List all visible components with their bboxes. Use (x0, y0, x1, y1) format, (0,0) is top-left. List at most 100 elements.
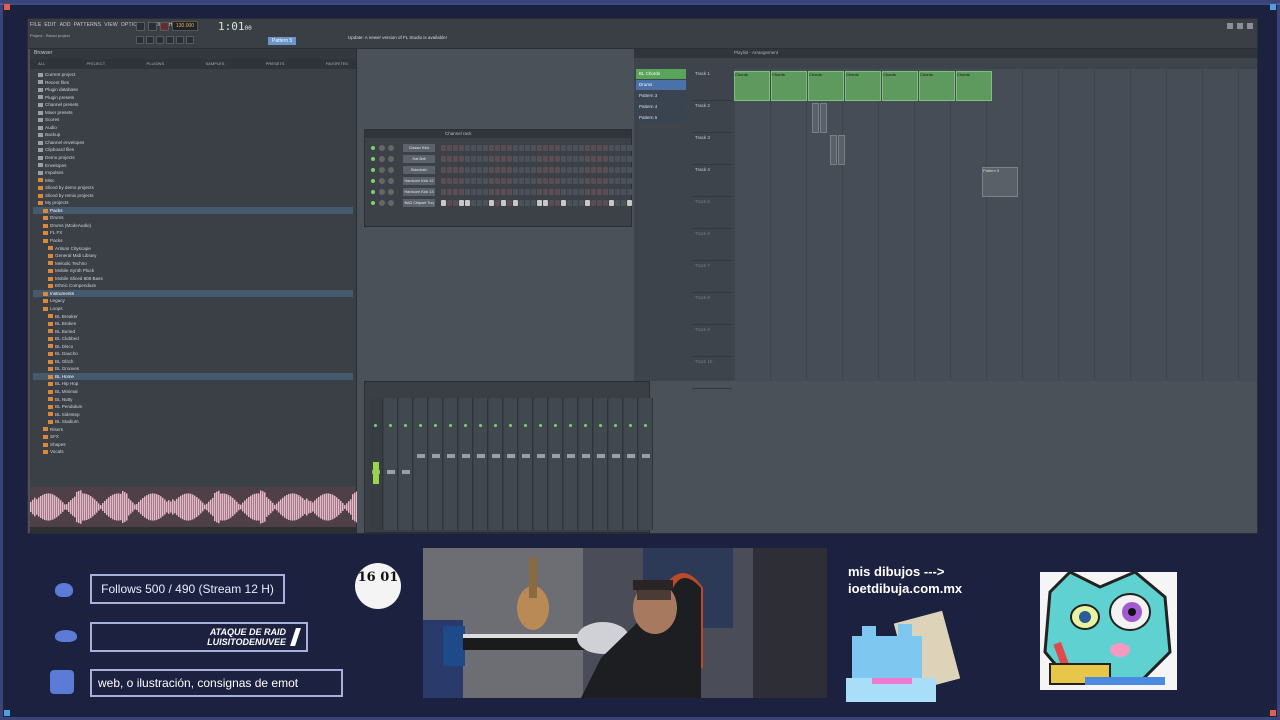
mixer-insert[interactable] (414, 398, 428, 530)
step-button[interactable] (585, 189, 590, 195)
mixer-insert[interactable] (624, 398, 638, 530)
step-button[interactable] (543, 167, 548, 173)
step-button[interactable] (459, 189, 464, 195)
step-button[interactable] (471, 178, 476, 184)
insert-led-icon[interactable] (494, 424, 497, 427)
channel-name-button[interactable]: Hardcore Kick 13 (403, 188, 435, 196)
track-header[interactable]: Track 10 (692, 357, 732, 389)
browser-tab-all[interactable]: ALL (38, 61, 45, 67)
step-button[interactable] (525, 178, 530, 184)
channel-rack-icon[interactable] (166, 36, 174, 44)
mixer-insert[interactable] (459, 398, 473, 530)
step-button[interactable] (453, 178, 458, 184)
browser-tree-item[interactable]: Legacy (33, 297, 353, 305)
step-button[interactable] (477, 145, 482, 151)
playlist-clip[interactable]: Chords (808, 71, 844, 101)
step-button[interactable] (627, 145, 632, 151)
step-button[interactable] (591, 200, 596, 206)
tempo-display[interactable]: 130.000 (172, 21, 199, 31)
insert-fader[interactable] (627, 454, 635, 458)
browser-tree-item[interactable]: My projects (33, 199, 353, 207)
playlist-icon[interactable] (146, 36, 154, 44)
pan-knob-icon[interactable] (379, 156, 385, 162)
pan-knob-icon[interactable] (379, 145, 385, 151)
step-button[interactable] (537, 189, 542, 195)
insert-fader[interactable] (612, 454, 620, 458)
step-button[interactable] (453, 189, 458, 195)
step-button[interactable] (603, 189, 608, 195)
step-button[interactable] (507, 156, 512, 162)
step-button[interactable] (501, 145, 506, 151)
playlist-clip[interactable]: Chords (919, 71, 955, 101)
playlist-clip-pattern5[interactable]: Pattern 5 (982, 167, 1018, 197)
mute-led-icon[interactable] (371, 190, 375, 194)
track-header[interactable]: Track 2 (692, 101, 732, 133)
step-button[interactable] (609, 178, 614, 184)
channel-name-button[interactable]: BAD Chipset Tuq (403, 199, 435, 207)
insert-fader[interactable] (432, 454, 440, 458)
pattern-item[interactable]: Drums (636, 80, 686, 90)
insert-led-icon[interactable] (479, 424, 482, 427)
browser-tree-item[interactable]: Sliced by remix projects (33, 192, 353, 200)
step-button[interactable] (459, 200, 464, 206)
volume-knob-icon[interactable] (388, 178, 394, 184)
step-button[interactable] (561, 156, 566, 162)
step-button[interactable] (441, 156, 446, 162)
step-button[interactable] (495, 189, 500, 195)
insert-fader[interactable] (597, 454, 605, 458)
browser-tree-item[interactable]: Scores (33, 116, 353, 124)
step-button[interactable] (519, 178, 524, 184)
mute-led-icon[interactable] (371, 157, 375, 161)
browser-tree-item[interactable]: Ethnic Compendium (33, 282, 353, 290)
step-button[interactable] (549, 145, 554, 151)
step-button[interactable] (477, 178, 482, 184)
insert-led-icon[interactable] (584, 424, 587, 427)
step-button[interactable] (585, 200, 590, 206)
mixer-insert[interactable] (609, 398, 623, 530)
insert-led-icon[interactable] (599, 424, 602, 427)
browser-tree-item[interactable]: BL Grooves (33, 365, 353, 373)
step-button[interactable] (501, 156, 506, 162)
step-button[interactable] (531, 156, 536, 162)
step-button[interactable] (573, 145, 578, 151)
browser-tree-item[interactable]: General Midi Library (33, 252, 353, 260)
insert-fader[interactable] (477, 454, 485, 458)
step-button[interactable] (441, 178, 446, 184)
step-button[interactable] (531, 145, 536, 151)
step-button[interactable] (507, 189, 512, 195)
step-button[interactable] (519, 156, 524, 162)
pattern-item[interactable]: BL Chords (636, 69, 686, 79)
step-button[interactable] (495, 178, 500, 184)
browser-tree-item[interactable]: Envelopes (33, 162, 353, 170)
step-button[interactable] (525, 200, 530, 206)
step-button[interactable] (597, 189, 602, 195)
channel-name-button[interactable]: Classic Kick (403, 144, 435, 152)
step-button[interactable] (549, 156, 554, 162)
step-button[interactable] (447, 200, 452, 206)
playlist-clip[interactable]: Chords (771, 71, 807, 101)
step-button[interactable] (543, 178, 548, 184)
step-button[interactable] (453, 145, 458, 151)
browser-tree-item[interactable]: Mobile Sliced 808 Bass (33, 275, 353, 283)
step-button[interactable] (525, 145, 530, 151)
step-button[interactable] (543, 145, 548, 151)
step-button[interactable] (567, 167, 572, 173)
insert-led-icon[interactable] (464, 424, 467, 427)
playlist-clip[interactable] (838, 135, 845, 165)
step-button[interactable] (465, 145, 470, 151)
step-button[interactable] (483, 200, 488, 206)
step-button[interactable] (591, 156, 596, 162)
step-button[interactable] (615, 189, 620, 195)
track-header[interactable]: Track 4 (692, 165, 732, 197)
insert-led-icon[interactable] (419, 424, 422, 427)
step-button[interactable] (585, 145, 590, 151)
browser-tree-item[interactable]: BL Sidestep (33, 411, 353, 419)
browser-tree-item[interactable]: Recent files (33, 79, 353, 87)
step-button[interactable] (579, 178, 584, 184)
step-button[interactable] (453, 156, 458, 162)
step-button[interactable] (507, 200, 512, 206)
insert-led-icon[interactable] (374, 424, 377, 427)
browser-tree-item[interactable]: FL FX (33, 229, 353, 237)
mixer-insert[interactable] (564, 398, 578, 530)
step-button[interactable] (507, 178, 512, 184)
